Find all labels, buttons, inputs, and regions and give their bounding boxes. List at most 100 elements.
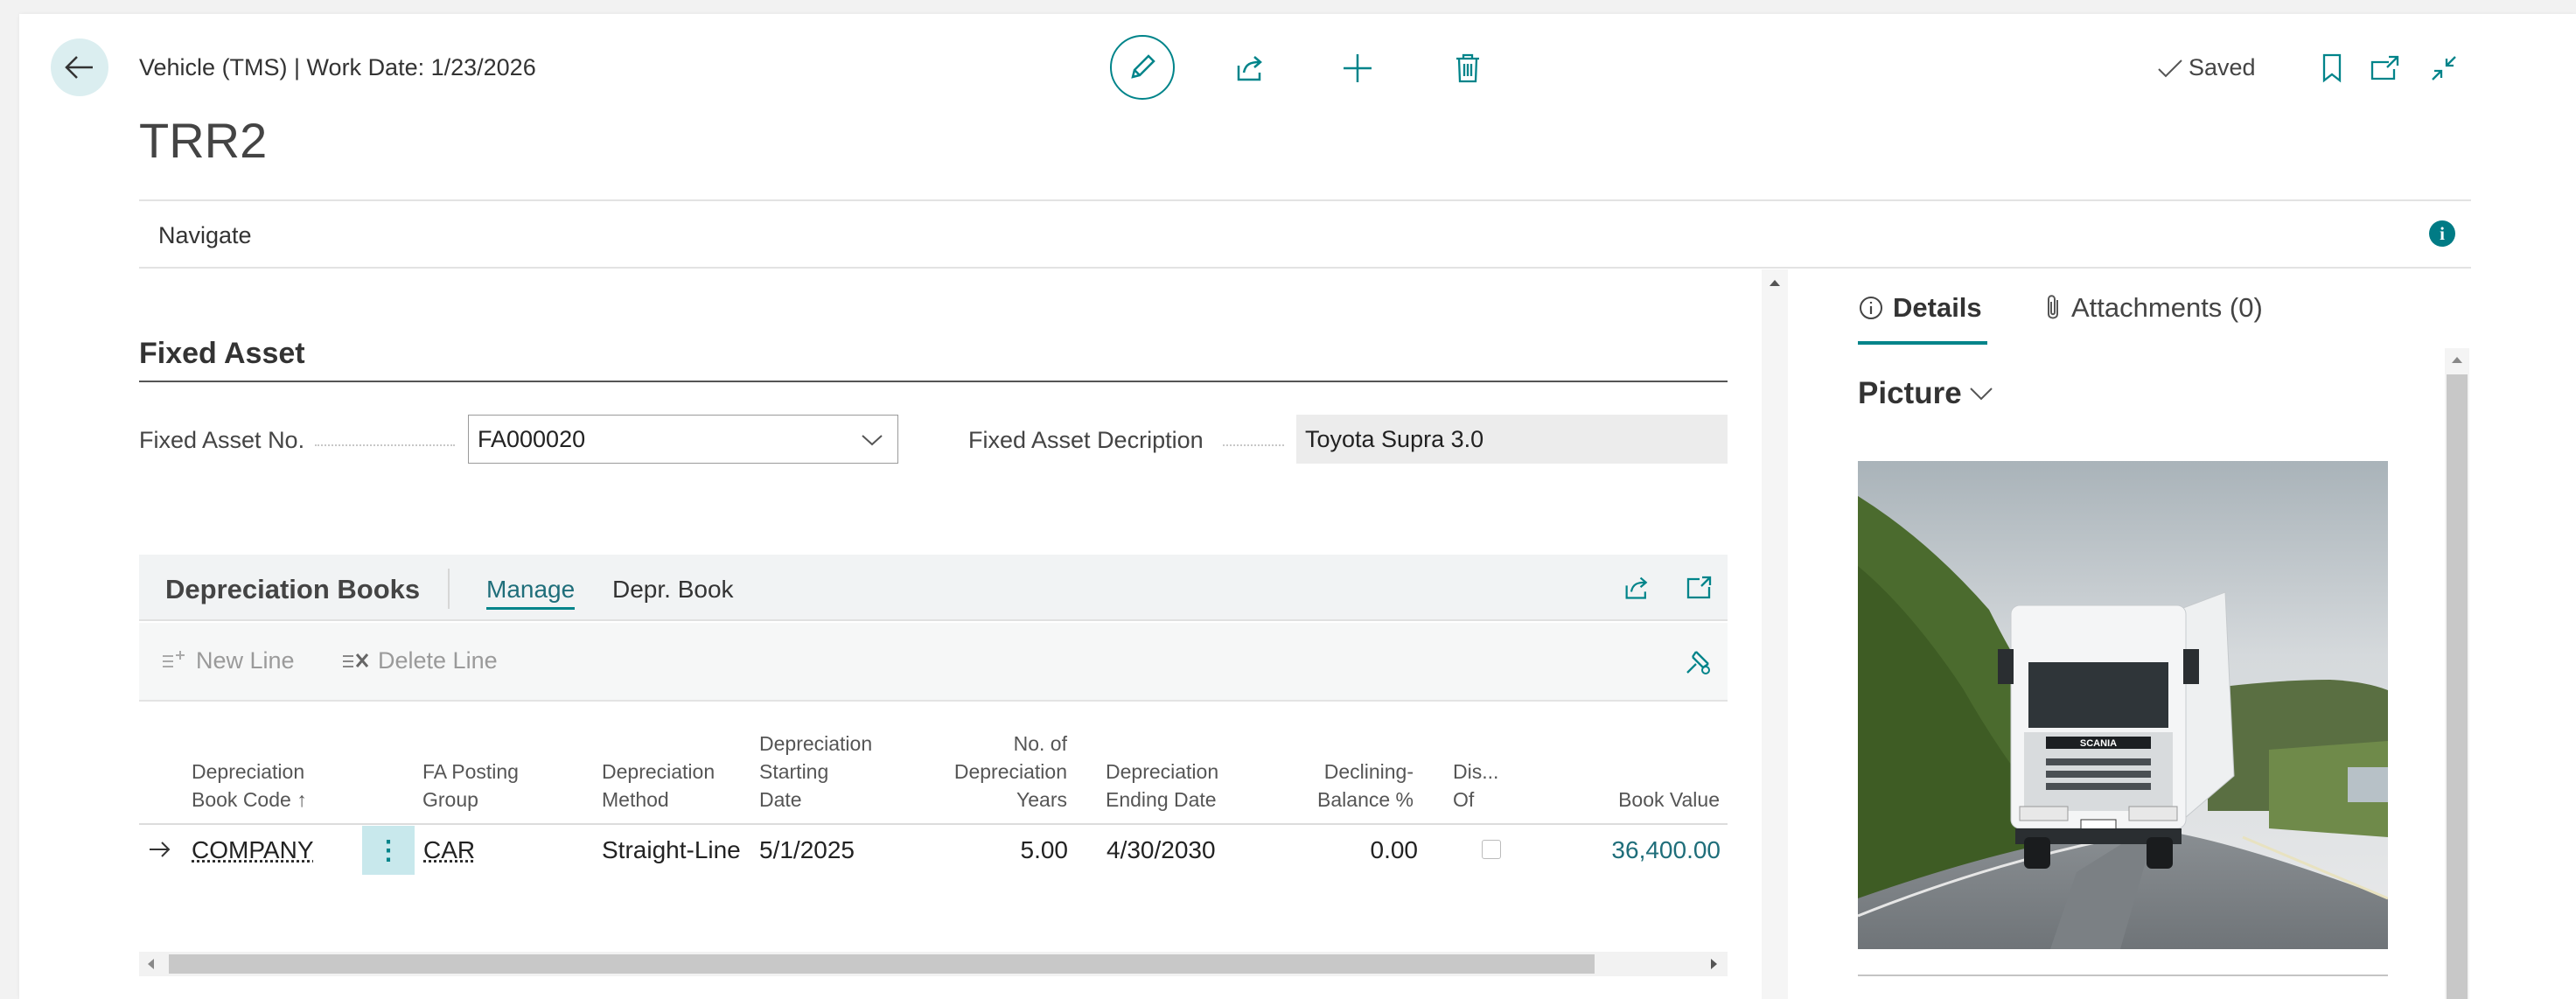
tab-attachments-label: Attachments (0) xyxy=(2071,292,2263,323)
svg-text:SCANIA: SCANIA xyxy=(2080,738,2117,749)
trash-icon xyxy=(1456,53,1479,83)
factbox-scrollbar[interactable] xyxy=(2445,348,2469,999)
delete-line-icon xyxy=(343,653,369,667)
info-icon[interactable]: i xyxy=(2429,220,2455,247)
divider xyxy=(139,267,2471,269)
share-icon xyxy=(1625,576,1648,599)
declining-balance-cell: 0.00 xyxy=(1370,836,1419,863)
scroll-left-icon[interactable] xyxy=(148,959,154,969)
scroll-up-icon[interactable] xyxy=(1770,280,1780,286)
tab-manage[interactable]: Manage xyxy=(486,576,576,610)
col-header-line: Date xyxy=(759,788,802,811)
tab-attachments[interactable]: Attachments (0) xyxy=(2043,292,2263,324)
edit-button[interactable] xyxy=(1110,35,1175,100)
method-cell: Straight-Line xyxy=(602,836,741,863)
col-header-starting-date[interactable]: Depreciation Starting Date xyxy=(759,730,872,814)
info-outline-icon xyxy=(1860,297,1882,319)
share-button[interactable] xyxy=(1232,49,1270,87)
delete-button[interactable] xyxy=(1449,49,1487,87)
col-header-line: Group xyxy=(422,788,478,811)
vehicle-picture: SCANIA xyxy=(1858,461,2388,949)
page-title: TRR2 xyxy=(139,113,268,168)
col-header-line: Book Value xyxy=(1618,788,1720,811)
col-header-line: Depreciation xyxy=(1106,760,1219,783)
pin-icon xyxy=(1686,651,1710,674)
fixed-asset-no-label: Fixed Asset No. xyxy=(139,427,305,453)
part-share-button[interactable] xyxy=(1620,570,1655,605)
col-header-line: Depreciation xyxy=(192,760,305,783)
header-separator xyxy=(139,823,1728,825)
row-pointer-arrow-icon xyxy=(150,842,171,857)
collapse-button[interactable] xyxy=(2426,51,2461,86)
col-header-no-of-years[interactable]: No. of Depreciation Years xyxy=(945,730,1067,814)
depreciation-books-title: Depreciation Books xyxy=(165,574,421,604)
col-header-disposed-of[interactable]: Dis... Of xyxy=(1453,758,1498,814)
col-header-declining-balance[interactable]: Declining- Balance % xyxy=(1291,758,1414,814)
horizontal-scrollbar[interactable] xyxy=(139,952,1728,976)
saved-status: Saved xyxy=(2157,54,2256,81)
scroll-up-icon[interactable] xyxy=(2452,357,2462,363)
back-button[interactable] xyxy=(51,38,108,96)
tab-details[interactable]: Details xyxy=(1858,292,1982,324)
chevron-down-icon[interactable] xyxy=(861,433,883,447)
fixed-asset-description-value: Toyota Supra 3.0 xyxy=(1296,415,1728,464)
new-line-button[interactable]: New Line xyxy=(161,647,295,674)
page-caption: Vehicle (TMS) | Work Date: 1/23/2026 xyxy=(139,54,536,80)
personalize-button[interactable] xyxy=(1681,644,1716,679)
col-header-line: Depreciation xyxy=(953,760,1067,783)
book-code-cell[interactable]: COMPANY xyxy=(192,836,314,864)
divider xyxy=(1858,975,2388,976)
section-title-fixed-asset: Fixed Asset xyxy=(139,337,305,370)
tab-depr-book[interactable]: Depr. Book xyxy=(612,576,734,604)
col-header-line: Depreciation xyxy=(759,732,873,755)
bookmark-icon xyxy=(2322,53,2342,83)
col-header-line: Declining- xyxy=(1323,760,1414,783)
bookmark-button[interactable] xyxy=(2314,51,2349,86)
col-header-depreciation-method[interactable]: Depreciation Method xyxy=(602,758,715,814)
section-underline xyxy=(139,381,1728,382)
expand-part-button[interactable] xyxy=(1681,570,1716,605)
fixed-asset-no-field[interactable]: FA000020 xyxy=(468,415,898,464)
new-button[interactable] xyxy=(1338,49,1377,87)
saved-label: Saved xyxy=(2189,54,2256,80)
col-header-line: No. of xyxy=(1013,732,1067,755)
col-header-line: FA Posting xyxy=(422,760,519,783)
col-header-line: Starting xyxy=(759,760,829,783)
open-new-window-button[interactable] xyxy=(2367,51,2402,86)
share-icon xyxy=(1237,56,1262,81)
picture-header[interactable]: Picture xyxy=(1858,376,1993,411)
posting-group-cell[interactable]: CAR xyxy=(423,836,475,864)
start-date-cell: 5/1/2025 xyxy=(759,836,855,863)
back-arrow-icon xyxy=(65,56,93,79)
years-cell: 5.00 xyxy=(1020,836,1069,863)
paperclip-icon xyxy=(2048,295,2058,319)
col-header-line: Of xyxy=(1453,788,1475,811)
end-date-cell: 4/30/2030 xyxy=(1106,836,1216,863)
scrollbar-thumb[interactable] xyxy=(169,954,1595,974)
delete-line-label: Delete Line xyxy=(378,647,498,674)
col-header-fa-posting-group[interactable]: FA Posting Group xyxy=(422,758,519,814)
row-actions-button[interactable]: ⋮ xyxy=(362,826,415,875)
divider xyxy=(448,569,450,609)
col-header-line: Balance % xyxy=(1317,788,1414,811)
plus-icon xyxy=(1344,54,1372,82)
col-header-line: Method xyxy=(602,788,669,811)
col-header-ending-date[interactable]: Depreciation Ending Date xyxy=(1106,758,1218,814)
fixed-asset-no-value: FA000020 xyxy=(478,425,586,452)
col-header-line: Ending Date xyxy=(1106,788,1217,811)
expand-icon xyxy=(1686,576,1712,599)
scroll-right-icon[interactable] xyxy=(1711,959,1717,969)
table-row[interactable]: COMPANY ⋮ CAR Straight-Line 5/1/2025 5.0… xyxy=(139,826,1728,875)
navigate-menu[interactable]: Navigate xyxy=(158,222,252,249)
scrollbar-thumb[interactable] xyxy=(2447,374,2468,999)
col-header-book-code[interactable]: Depreciation Book Code ↑ xyxy=(192,758,307,814)
col-header-book-value[interactable]: Book Value xyxy=(1583,786,1720,814)
book-value-cell[interactable]: 36,400.00 xyxy=(1574,836,1721,864)
picture-label: Picture xyxy=(1858,376,1962,410)
checkmark-icon xyxy=(2158,59,2182,77)
disposed-checkbox[interactable] xyxy=(1482,840,1501,859)
col-header-line: Book Code ↑ xyxy=(192,788,307,811)
vertical-scrollbar[interactable] xyxy=(1762,269,1788,999)
delete-line-button[interactable]: Delete Line xyxy=(341,647,498,674)
leader-dots xyxy=(315,444,455,446)
